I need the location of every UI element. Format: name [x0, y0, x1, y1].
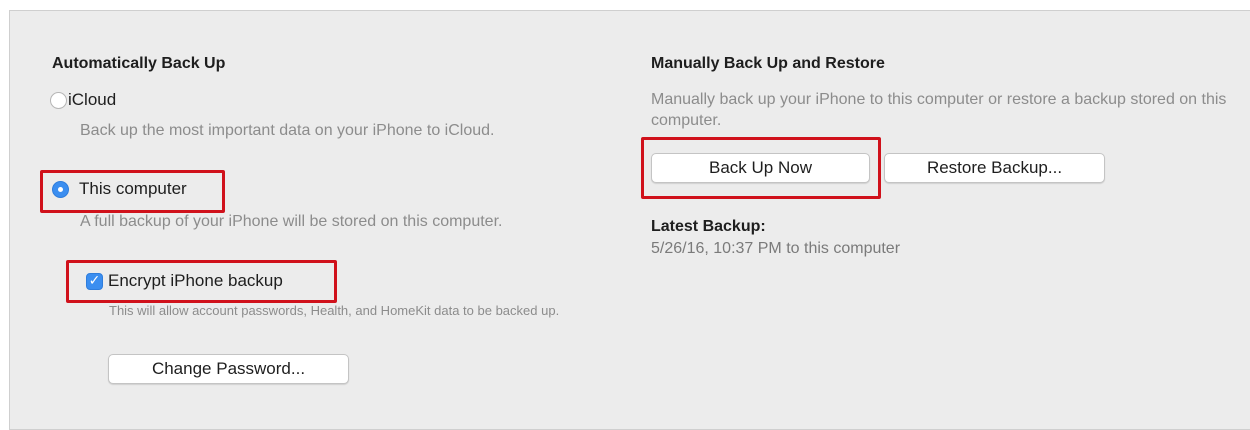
- encrypt-backup-checkbox[interactable]: ✓: [86, 273, 103, 290]
- encrypt-backup-label: Encrypt iPhone backup: [108, 271, 283, 290]
- icloud-description: Back up the most important data on your …: [80, 122, 495, 139]
- this-computer-radio[interactable]: [52, 181, 69, 198]
- icloud-radio[interactable]: [50, 92, 67, 109]
- latest-backup-heading: Latest Backup:: [651, 218, 766, 235]
- back-up-now-button[interactable]: Back Up Now: [651, 153, 870, 183]
- restore-backup-button[interactable]: Restore Backup...: [884, 153, 1105, 183]
- this-computer-label: This computer: [79, 179, 187, 198]
- encrypt-backup-option[interactable]: ✓ Encrypt iPhone backup: [80, 270, 340, 294]
- manual-backup-heading: Manually Back Up and Restore: [651, 55, 885, 72]
- manual-backup-description: Manually back up your iPhone to this com…: [651, 91, 1227, 129]
- this-computer-option[interactable]: This computer: [50, 178, 230, 202]
- this-computer-description: A full backup of your iPhone will be sto…: [80, 213, 503, 230]
- change-password-button[interactable]: Change Password...: [108, 354, 349, 384]
- auto-backup-heading: Automatically Back Up: [52, 55, 226, 72]
- latest-backup-value: 5/26/16, 10:37 PM to this computer: [651, 240, 901, 257]
- icloud-option[interactable]: iCloud: [50, 89, 200, 113]
- icloud-label: iCloud: [68, 90, 117, 109]
- encrypt-description: This will allow account passwords, Healt…: [109, 303, 560, 318]
